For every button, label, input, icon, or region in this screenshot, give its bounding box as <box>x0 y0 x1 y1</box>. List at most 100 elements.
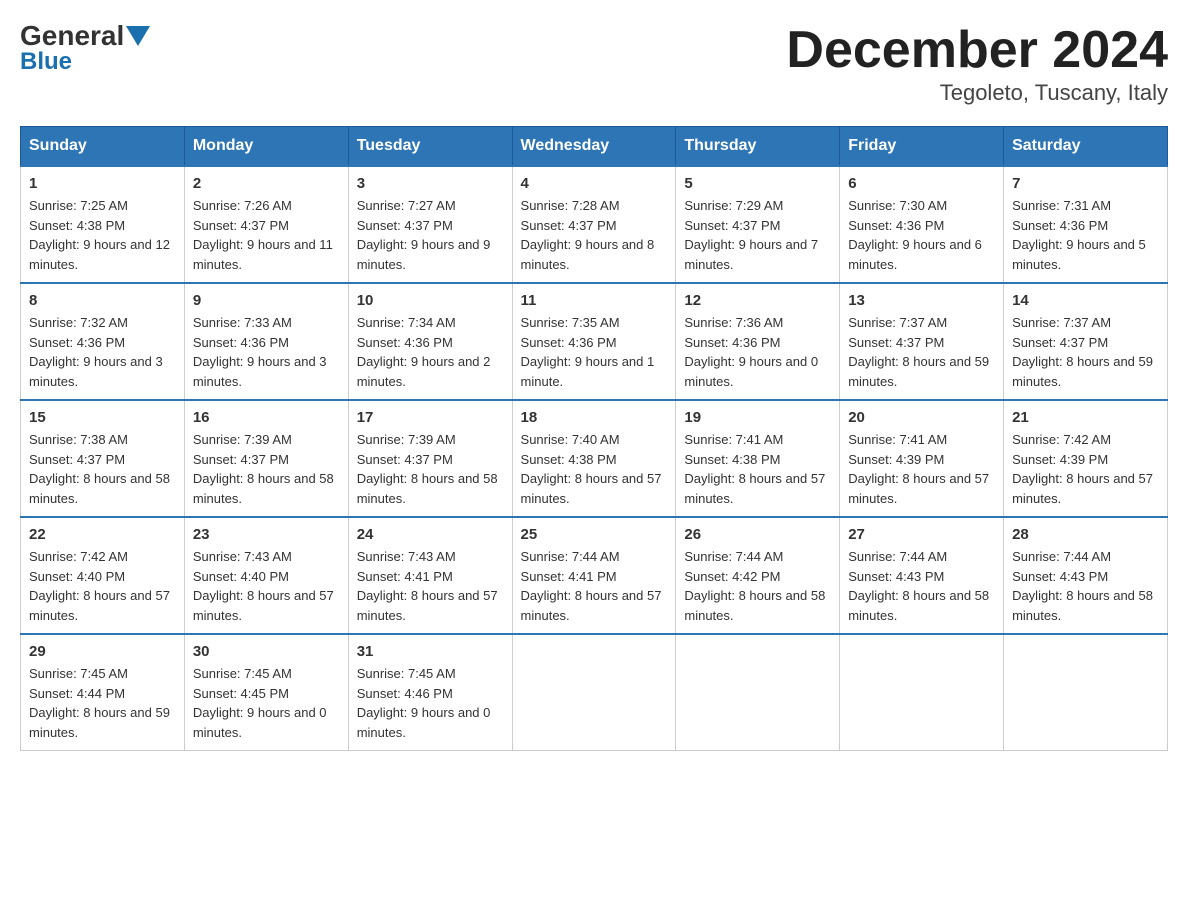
day-number: 8 <box>29 292 176 309</box>
day-number: 18 <box>521 409 668 426</box>
day-info: Sunrise: 7:34 AM Sunset: 4:36 PM Dayligh… <box>357 313 504 391</box>
daylight-label: Daylight: 9 hours and 3 minutes. <box>29 354 163 389</box>
sunset-label: Sunset: 4:43 PM <box>1012 569 1108 584</box>
day-number: 10 <box>357 292 504 309</box>
sunset-label: Sunset: 4:43 PM <box>848 569 944 584</box>
daylight-label: Daylight: 9 hours and 7 minutes. <box>684 237 818 272</box>
sunrise-label: Sunrise: 7:33 AM <box>193 315 292 330</box>
sunset-label: Sunset: 4:37 PM <box>357 218 453 233</box>
day-number: 31 <box>357 643 504 660</box>
page-header: General Blue December 2024 Tegoleto, Tus… <box>20 20 1168 106</box>
day-number: 3 <box>357 175 504 192</box>
week-row-5: 29 Sunrise: 7:45 AM Sunset: 4:44 PM Dayl… <box>21 634 1168 751</box>
calendar-cell: 11 Sunrise: 7:35 AM Sunset: 4:36 PM Dayl… <box>512 283 676 400</box>
location: Tegoleto, Tuscany, Italy <box>786 80 1168 106</box>
day-info: Sunrise: 7:44 AM Sunset: 4:41 PM Dayligh… <box>521 547 668 625</box>
week-row-3: 15 Sunrise: 7:38 AM Sunset: 4:37 PM Dayl… <box>21 400 1168 517</box>
daylight-label: Daylight: 8 hours and 58 minutes. <box>848 588 989 623</box>
day-number: 16 <box>193 409 340 426</box>
calendar-cell: 3 Sunrise: 7:27 AM Sunset: 4:37 PM Dayli… <box>348 166 512 283</box>
day-info: Sunrise: 7:31 AM Sunset: 4:36 PM Dayligh… <box>1012 196 1159 274</box>
sunset-label: Sunset: 4:37 PM <box>848 335 944 350</box>
sunset-label: Sunset: 4:36 PM <box>1012 218 1108 233</box>
sunrise-label: Sunrise: 7:37 AM <box>1012 315 1111 330</box>
day-number: 9 <box>193 292 340 309</box>
calendar-cell: 19 Sunrise: 7:41 AM Sunset: 4:38 PM Dayl… <box>676 400 840 517</box>
daylight-label: Daylight: 9 hours and 0 minutes. <box>193 705 327 740</box>
day-info: Sunrise: 7:27 AM Sunset: 4:37 PM Dayligh… <box>357 196 504 274</box>
sunrise-label: Sunrise: 7:28 AM <box>521 198 620 213</box>
sunrise-label: Sunrise: 7:42 AM <box>1012 432 1111 447</box>
calendar-cell: 22 Sunrise: 7:42 AM Sunset: 4:40 PM Dayl… <box>21 517 185 634</box>
daylight-label: Daylight: 9 hours and 11 minutes. <box>193 237 333 272</box>
sunset-label: Sunset: 4:36 PM <box>357 335 453 350</box>
daylight-label: Daylight: 9 hours and 9 minutes. <box>357 237 491 272</box>
calendar-cell: 6 Sunrise: 7:30 AM Sunset: 4:36 PM Dayli… <box>840 166 1004 283</box>
calendar-cell: 27 Sunrise: 7:44 AM Sunset: 4:43 PM Dayl… <box>840 517 1004 634</box>
day-info: Sunrise: 7:32 AM Sunset: 4:36 PM Dayligh… <box>29 313 176 391</box>
sunset-label: Sunset: 4:37 PM <box>1012 335 1108 350</box>
day-number: 20 <box>848 409 995 426</box>
daylight-label: Daylight: 8 hours and 57 minutes. <box>1012 471 1153 506</box>
week-row-2: 8 Sunrise: 7:32 AM Sunset: 4:36 PM Dayli… <box>21 283 1168 400</box>
daylight-label: Daylight: 9 hours and 12 minutes. <box>29 237 170 272</box>
daylight-label: Daylight: 9 hours and 5 minutes. <box>1012 237 1146 272</box>
sunset-label: Sunset: 4:45 PM <box>193 686 289 701</box>
daylight-label: Daylight: 9 hours and 6 minutes. <box>848 237 982 272</box>
day-info: Sunrise: 7:43 AM Sunset: 4:40 PM Dayligh… <box>193 547 340 625</box>
sunset-label: Sunset: 4:41 PM <box>521 569 617 584</box>
calendar-cell: 9 Sunrise: 7:33 AM Sunset: 4:36 PM Dayli… <box>184 283 348 400</box>
daylight-label: Daylight: 8 hours and 59 minutes. <box>1012 354 1153 389</box>
daylight-label: Daylight: 8 hours and 58 minutes. <box>193 471 334 506</box>
day-number: 24 <box>357 526 504 543</box>
day-info: Sunrise: 7:28 AM Sunset: 4:37 PM Dayligh… <box>521 196 668 274</box>
daylight-label: Daylight: 8 hours and 58 minutes. <box>1012 588 1153 623</box>
calendar-cell: 15 Sunrise: 7:38 AM Sunset: 4:37 PM Dayl… <box>21 400 185 517</box>
sunrise-label: Sunrise: 7:45 AM <box>29 666 128 681</box>
daylight-label: Daylight: 9 hours and 0 minutes. <box>357 705 491 740</box>
sunset-label: Sunset: 4:37 PM <box>193 218 289 233</box>
day-number: 29 <box>29 643 176 660</box>
sunrise-label: Sunrise: 7:26 AM <box>193 198 292 213</box>
daylight-label: Daylight: 9 hours and 3 minutes. <box>193 354 327 389</box>
weekday-header-sunday: Sunday <box>21 127 185 167</box>
calendar-cell: 29 Sunrise: 7:45 AM Sunset: 4:44 PM Dayl… <box>21 634 185 751</box>
sunrise-label: Sunrise: 7:43 AM <box>357 549 456 564</box>
sunrise-label: Sunrise: 7:41 AM <box>684 432 783 447</box>
day-info: Sunrise: 7:41 AM Sunset: 4:38 PM Dayligh… <box>684 430 831 508</box>
calendar-cell: 21 Sunrise: 7:42 AM Sunset: 4:39 PM Dayl… <box>1004 400 1168 517</box>
day-number: 21 <box>1012 409 1159 426</box>
sunrise-label: Sunrise: 7:40 AM <box>521 432 620 447</box>
daylight-label: Daylight: 9 hours and 8 minutes. <box>521 237 655 272</box>
sunset-label: Sunset: 4:39 PM <box>848 452 944 467</box>
day-number: 2 <box>193 175 340 192</box>
day-number: 23 <box>193 526 340 543</box>
sunset-label: Sunset: 4:37 PM <box>29 452 125 467</box>
sunrise-label: Sunrise: 7:45 AM <box>357 666 456 681</box>
day-info: Sunrise: 7:38 AM Sunset: 4:37 PM Dayligh… <box>29 430 176 508</box>
calendar-cell: 31 Sunrise: 7:45 AM Sunset: 4:46 PM Dayl… <box>348 634 512 751</box>
day-info: Sunrise: 7:45 AM Sunset: 4:46 PM Dayligh… <box>357 664 504 742</box>
sunset-label: Sunset: 4:42 PM <box>684 569 780 584</box>
day-info: Sunrise: 7:35 AM Sunset: 4:36 PM Dayligh… <box>521 313 668 391</box>
day-info: Sunrise: 7:30 AM Sunset: 4:36 PM Dayligh… <box>848 196 995 274</box>
sunrise-label: Sunrise: 7:45 AM <box>193 666 292 681</box>
day-number: 5 <box>684 175 831 192</box>
sunrise-label: Sunrise: 7:42 AM <box>29 549 128 564</box>
weekday-header-monday: Monday <box>184 127 348 167</box>
sunrise-label: Sunrise: 7:43 AM <box>193 549 292 564</box>
calendar-cell <box>676 634 840 751</box>
sunset-label: Sunset: 4:38 PM <box>521 452 617 467</box>
sunset-label: Sunset: 4:37 PM <box>684 218 780 233</box>
logo-triangle-icon <box>126 26 150 46</box>
weekday-header-saturday: Saturday <box>1004 127 1168 167</box>
calendar-cell: 18 Sunrise: 7:40 AM Sunset: 4:38 PM Dayl… <box>512 400 676 517</box>
sunrise-label: Sunrise: 7:35 AM <box>521 315 620 330</box>
calendar-cell: 1 Sunrise: 7:25 AM Sunset: 4:38 PM Dayli… <box>21 166 185 283</box>
sunrise-label: Sunrise: 7:39 AM <box>357 432 456 447</box>
day-number: 27 <box>848 526 995 543</box>
sunrise-label: Sunrise: 7:25 AM <box>29 198 128 213</box>
weekday-header-tuesday: Tuesday <box>348 127 512 167</box>
day-number: 26 <box>684 526 831 543</box>
day-info: Sunrise: 7:37 AM Sunset: 4:37 PM Dayligh… <box>848 313 995 391</box>
